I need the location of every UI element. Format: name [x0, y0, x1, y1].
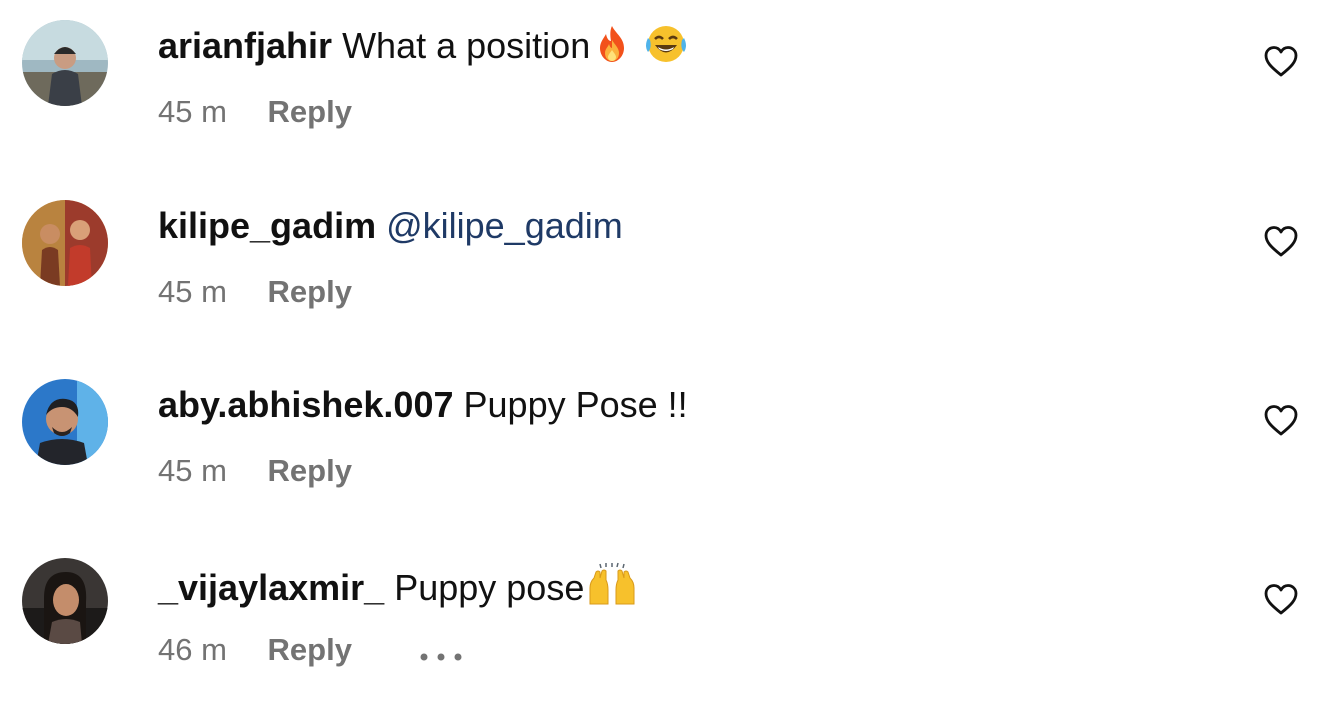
avatar-photo — [22, 558, 108, 644]
comment-timestamp: 45 m — [158, 94, 227, 129]
comment-text: Puppy Pose !! — [463, 384, 688, 425]
raising-hands-emoji — [586, 562, 638, 616]
avatar-photo — [22, 379, 108, 465]
heart-outline-icon[interactable] — [1262, 43, 1300, 79]
comment-line: _vijaylaxmir_ Puppy pose — [158, 562, 638, 616]
heart-outline-icon[interactable] — [1262, 223, 1300, 259]
reply-button[interactable]: Reply — [268, 630, 352, 670]
heart-outline-icon[interactable] — [1262, 581, 1300, 617]
comment-username[interactable]: _vijaylaxmir_ — [158, 567, 384, 608]
comment-username[interactable]: arianfjahir — [158, 25, 332, 66]
comment-username[interactable]: aby.abhishek.007 — [158, 384, 454, 425]
comment-line: kilipe_gadim @kilipe_gadim — [158, 204, 623, 248]
heart-outline-icon[interactable] — [1262, 402, 1300, 438]
comment-item: aby.abhishek.007 Puppy Pose !! 45 m Repl… — [0, 359, 1327, 529]
comment-meta: 45 m Reply — [158, 451, 352, 491]
avatar-photo — [22, 20, 108, 106]
comment-meta: 45 m Reply — [158, 272, 352, 312]
avatar[interactable] — [22, 20, 108, 106]
comment-mention-link[interactable]: @kilipe_gadim — [386, 205, 623, 246]
fire-emoji — [592, 24, 632, 74]
comment-line: arianfjahir What a position — [158, 24, 690, 74]
avatar[interactable] — [22, 558, 108, 644]
reply-button[interactable]: Reply — [268, 92, 352, 132]
comment-timestamp: 46 m — [158, 632, 227, 667]
avatar-photo — [22, 200, 108, 286]
comment-item: _vijaylaxmir_ Puppy pose 46 m Reply — [0, 538, 1327, 708]
more-options-icon[interactable] — [419, 632, 463, 672]
comment-timestamp: 45 m — [158, 274, 227, 309]
avatar[interactable] — [22, 379, 108, 465]
comment-line: aby.abhishek.007 Puppy Pose !! — [158, 383, 688, 427]
comment-meta: 45 m Reply — [158, 92, 352, 132]
reply-button[interactable]: Reply — [268, 451, 352, 491]
comment-item: kilipe_gadim @kilipe_gadim 45 m Reply — [0, 180, 1327, 350]
comment-text: What a position — [342, 25, 591, 66]
avatar[interactable] — [22, 200, 108, 286]
comment-text: Puppy pose — [394, 567, 585, 608]
comment-meta: 46 m Reply — [158, 630, 463, 672]
reply-button[interactable]: Reply — [268, 272, 352, 312]
comment-username[interactable]: kilipe_gadim — [158, 205, 376, 246]
tears-of-joy-emoji — [642, 24, 690, 74]
comment-timestamp: 45 m — [158, 453, 227, 488]
comment-item: arianfjahir What a position 45 m Reply — [0, 0, 1327, 170]
